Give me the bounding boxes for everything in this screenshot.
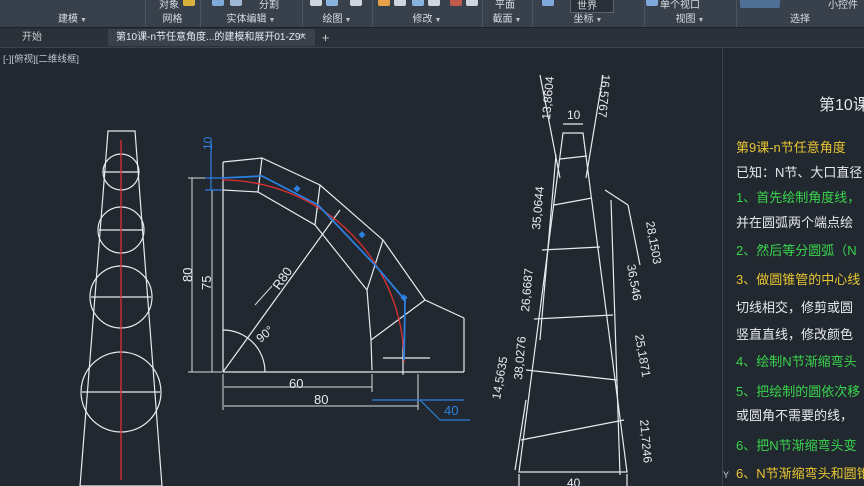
dim-label: 10 — [201, 136, 215, 150]
dev-dim-label: 25,1871 — [632, 333, 653, 378]
dev-dim-label: 26,6687 — [518, 268, 536, 313]
dev-dim-label: 28,1503 — [643, 220, 664, 265]
chevron-down-icon: ▼ — [697, 17, 705, 24]
modify-tool-icon[interactable] — [428, 0, 440, 6]
angle-label: 90° — [253, 323, 276, 346]
dim-label: 75 — [199, 276, 214, 290]
note-line: 竖直直线，修改颜色 — [736, 327, 854, 342]
dev-dim-label: 40 — [567, 476, 581, 486]
ribbon-panel-title: 坐标 — [573, 14, 594, 25]
dim-label: 60 — [289, 376, 303, 391]
chevron-down-icon: ▼ — [434, 17, 442, 24]
ucs-axis-label: Y — [723, 470, 730, 480]
ucs-icon[interactable] — [542, 0, 554, 6]
dev-dim-label: 16,5767 — [595, 74, 613, 119]
ribbon-panel-section[interactable]: 平面 截面 ▼ — [482, 0, 533, 27]
ribbon-panel-title: 截面 — [492, 14, 513, 25]
note-line: 6、N节渐缩弯头和圆锥 — [736, 466, 864, 481]
dim-label: 40 — [444, 403, 458, 418]
dim-label: 80 — [314, 392, 328, 407]
dev-dim-label: 35,0644 — [529, 186, 547, 231]
draw-tool-icon[interactable] — [310, 0, 322, 6]
note-line: 并在圆弧两个端点绘 — [736, 215, 854, 230]
tool-icon[interactable] — [183, 0, 195, 6]
note-line: 3、做圆锥管的中心线 — [736, 272, 861, 287]
chevron-down-icon: ▼ — [80, 17, 87, 24]
modify-tool-icon[interactable] — [466, 0, 478, 6]
lesson-notes-panel: 第10课 第9课-n节任意角度已知：N节、大口直径 1、首先绘制角度线， 并在圆弧两… — [722, 47, 864, 486]
viewport-icon[interactable] — [646, 0, 658, 6]
elbow-axis-polyline — [221, 175, 406, 361]
select-tool-icon[interactable] — [740, 0, 780, 8]
note-line: 已知：N节、大口直径 — [736, 165, 863, 180]
close-icon[interactable]: ✕ — [299, 29, 307, 46]
note-line: 4、绘制N节渐缩弯头 — [736, 354, 857, 369]
tab-label: 开始 — [22, 32, 42, 43]
file-tab-bar: 开始 第10课-n节任意角度...的建模和展开01-Z9* ✕ — [0, 28, 864, 48]
ribbon-panel-title: 视图 — [675, 14, 696, 25]
dev-dim-label: 36,546 — [624, 263, 644, 302]
ribbon-panel-title: 网格 — [162, 14, 183, 25]
dev-dim-label: 38,0276 — [511, 336, 529, 381]
note-line: 1、首先绘制角度线， — [736, 190, 861, 205]
ribbon-panel-solid-edit[interactable]: 分割 实体编辑 ▼ — [200, 0, 303, 27]
ribbon-panel-title: 绘图 — [322, 14, 343, 25]
dev-dim-label: 14,5635 — [489, 355, 510, 400]
note-line: 第9课-n节任意角度 — [736, 140, 846, 155]
modify-tool-icon[interactable] — [394, 0, 406, 6]
lesson-title: 第10课 — [819, 97, 864, 114]
tab-start[interactable]: 开始 — [0, 29, 108, 46]
note-line: 切线相交，修剪或圆 — [736, 300, 854, 315]
dev-dim-label: 21,7246 — [637, 419, 655, 464]
ribbon-panel-title: 实体编辑 — [226, 14, 267, 25]
ribbon-panel-select[interactable]: 小控件 选择 — [736, 0, 864, 27]
ribbon: 建模 ▼ 对象 网格 分割 实体编辑 ▼ 绘图 ▼ 修改 ▼ 平面 截面 ▼ 世界 坐标 ▼… — [0, 0, 864, 28]
drawing-canvas[interactable]: 10 80 75 60 80 40 R80 90° 10 13,8604 16,… — [0, 47, 722, 486]
ribbon-panel-draw[interactable]: 绘图 ▼ — [302, 0, 373, 27]
new-tab-plus-icon[interactable]: + — [318, 30, 333, 45]
tab-label: 第10课-n节任意角度...的建模和展开01-Z9* — [116, 32, 305, 43]
ribbon-panel-modify[interactable]: 修改 ▼ — [372, 0, 483, 27]
ribbon-panel-view[interactable]: 单个视口 视图 ▼ — [644, 0, 737, 27]
ribbon-panel-title: 建模 — [58, 14, 79, 25]
ribbon-panel-title: 修改 — [412, 14, 433, 25]
draw-tool-icon[interactable] — [350, 0, 362, 6]
draw-tool-icon[interactable] — [326, 0, 338, 6]
chevron-down-icon: ▼ — [514, 17, 522, 24]
dim-label: 80 — [180, 268, 195, 282]
solid-edit-icon[interactable] — [212, 0, 224, 6]
note-line: 或圆角不需要的线， — [736, 408, 854, 423]
note-line: 5、把绘制的圆依次移 — [736, 384, 861, 399]
ribbon-panel-modeling[interactable]: 建模 ▼ — [0, 0, 146, 27]
modify-tool-icon[interactable] — [450, 0, 462, 6]
chevron-down-icon: ▼ — [595, 17, 603, 24]
ribbon-panel-title: 选择 — [790, 14, 810, 25]
ribbon-panel-coordinates[interactable]: 世界 坐标 ▼ — [532, 0, 645, 27]
modify-tool-icon[interactable] — [378, 0, 390, 6]
dev-dim-label: 10 — [567, 108, 581, 122]
note-line: 6、把N节渐缩弯头变 — [736, 438, 857, 453]
ribbon-panel-mesh[interactable]: 对象 网格 — [145, 0, 201, 27]
blue-dimensions — [205, 141, 470, 421]
chevron-down-icon: ▼ — [344, 17, 352, 24]
note-line: 2、然后等分圆弧（N — [736, 243, 857, 258]
modify-tool-icon[interactable] — [412, 0, 424, 6]
tab-drawing[interactable]: 第10课-n节任意角度...的建模和展开01-Z9* ✕ — [108, 29, 315, 46]
solid-edit-icon[interactable] — [230, 0, 242, 6]
dev-dim-label: 13,8604 — [539, 76, 557, 121]
radius-label: R80 — [269, 264, 295, 292]
chevron-down-icon: ▼ — [268, 17, 276, 24]
